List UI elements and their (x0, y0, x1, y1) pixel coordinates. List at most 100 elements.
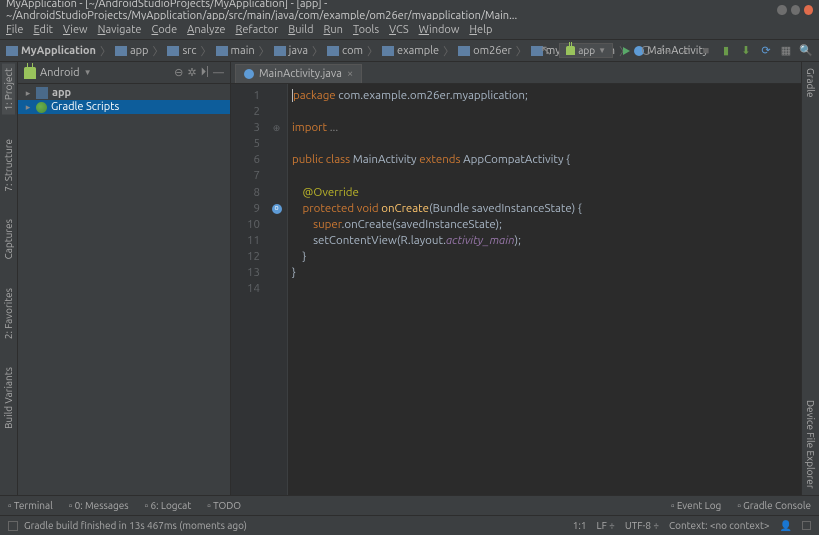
inspect-icon[interactable]: 👤 (780, 520, 792, 532)
menu-code[interactable]: Code (151, 24, 177, 36)
menu-tools[interactable]: Tools (353, 24, 379, 36)
tool-tab-gradle[interactable]: Gradle (804, 64, 817, 102)
avd-manager-icon[interactable]: ▮ (719, 44, 733, 58)
menu-vcs[interactable]: VCS (389, 24, 409, 36)
folder-icon (274, 46, 286, 56)
lock-icon[interactable] (802, 521, 811, 530)
left-tool-window-bar: 1: Project 7: Structure Captures 2: Favorit… (0, 62, 18, 495)
code-editor[interactable]: 123567891011121314 ⊕o package com.exampl… (231, 84, 801, 495)
file-encoding[interactable]: UTF-8 ÷ (625, 520, 659, 531)
bottom-tool-window-bar: ▫ Terminal ▫ 0: Messages ▫ 6: Logcat ▫ TODO… (0, 495, 819, 515)
menu-window[interactable]: Window (419, 24, 460, 36)
project-structure-icon[interactable]: ▦ (779, 44, 793, 58)
folder-icon (167, 46, 179, 56)
breadcrumb-om26er[interactable]: om26er (458, 45, 512, 57)
expand-arrow-icon[interactable]: ▸ (24, 102, 32, 113)
menu-build[interactable]: Build (288, 24, 313, 36)
override-gutter-icon[interactable]: o (272, 204, 282, 214)
menu-refactor[interactable]: Refactor (235, 24, 278, 36)
project-tree[interactable]: ▸app▸Gradle Scripts (18, 84, 230, 116)
right-tool-window-bar: Gradle Device File Explorer (801, 62, 819, 495)
project-view-mode[interactable]: Android (40, 67, 80, 79)
tool-tab-captures[interactable]: Captures (2, 215, 15, 263)
expand-arrow-icon[interactable]: ▸ (24, 88, 32, 99)
tab-label: MainActivity.java (259, 68, 342, 80)
breadcrumb-java[interactable]: java (274, 45, 308, 57)
menu-run[interactable]: Run (324, 24, 343, 36)
editor-tabs: MainActivity.java × (231, 62, 801, 84)
bottom-tab-terminal[interactable]: ▫ Terminal (8, 500, 53, 512)
bottom-tab-todo[interactable]: ▫ TODO (207, 500, 241, 512)
sdk-manager-icon[interactable]: ⬇ (739, 44, 753, 58)
folder-icon (115, 46, 127, 56)
window-title: MyApplication - [~/AndroidStudioProjects… (6, 0, 773, 22)
navigation-bar: MyApplication〉app〉src〉main〉java〉com〉exam… (0, 40, 819, 62)
main-toolbar: ↖ app ▼ ⤿ ➶ ■ ▮ ⬇ ⟳ ▦ 🔍 (539, 40, 813, 61)
context-widget[interactable]: Context: <no context> (669, 520, 770, 531)
status-indicator-icon[interactable] (8, 521, 18, 531)
menu-file[interactable]: File (6, 24, 23, 36)
bottom-tab-0-messages[interactable]: ▫ 0: Messages (69, 500, 129, 512)
gradle-icon (36, 102, 47, 113)
breadcrumb-example[interactable]: example (382, 45, 439, 57)
back-icon[interactable]: ↖ (539, 44, 553, 58)
debug-button[interactable] (639, 44, 653, 58)
tree-item-app[interactable]: ▸app (18, 86, 230, 100)
fold-icon[interactable]: ⊕ (273, 122, 281, 135)
breadcrumb-app[interactable]: app (115, 45, 149, 57)
tool-tab-1-project[interactable]: 1: Project (2, 64, 15, 115)
stop-button[interactable]: ■ (699, 44, 713, 58)
line-ending[interactable]: LF ÷ (597, 520, 615, 531)
menu-edit[interactable]: Edit (33, 24, 53, 36)
menu-help[interactable]: Help (469, 24, 492, 36)
caret-position[interactable]: 1:1 (573, 520, 587, 531)
sync-gradle-icon[interactable]: ⟳ (759, 44, 773, 58)
attach-button[interactable]: ➶ (679, 44, 693, 58)
collapse-icon[interactable]: ⊖ (174, 66, 183, 79)
profile-button[interactable]: ⤿ (659, 44, 673, 58)
folder-icon (327, 46, 339, 56)
folder-icon (6, 46, 18, 56)
line-number-gutter: 123567891011121314 (231, 84, 266, 495)
module-icon (36, 87, 48, 99)
gear-icon[interactable]: — (213, 67, 224, 79)
project-tool-window: Android ▼ ⊖ ✲ ⏵| — ▸app▸Gradle Scripts (18, 62, 231, 495)
minimize-icon[interactable] (777, 5, 786, 15)
maximize-icon[interactable] (791, 5, 800, 15)
tab-mainactivity[interactable]: MainActivity.java × (235, 64, 362, 83)
icons-gutter: ⊕o (266, 84, 288, 495)
run-button[interactable] (619, 44, 633, 58)
android-icon (24, 67, 36, 79)
breadcrumb-main[interactable]: main (216, 45, 255, 57)
breadcrumb-com[interactable]: com (327, 45, 363, 57)
status-message: Gradle build finished in 13s 467ms (mome… (24, 520, 247, 531)
breadcrumb-src[interactable]: src (167, 45, 196, 57)
folder-icon (382, 46, 394, 56)
main-menu-bar: File Edit View Navigate Code Analyze Refactor B… (0, 20, 819, 40)
close-icon[interactable] (804, 5, 813, 15)
run-config-dropdown[interactable]: app ▼ (559, 43, 613, 58)
tree-item-gradle-scripts[interactable]: ▸Gradle Scripts (18, 100, 230, 114)
status-bar: Gradle build finished in 13s 467ms (mome… (0, 515, 819, 535)
tool-tab-build-variants[interactable]: Build Variants (2, 363, 15, 433)
close-tab-icon[interactable]: × (347, 68, 353, 80)
search-icon[interactable]: 🔍 (799, 44, 813, 58)
menu-navigate[interactable]: Navigate (98, 24, 142, 36)
bottom-tab-6-logcat[interactable]: ▫ 6: Logcat (145, 500, 192, 512)
tool-tab-7-structure[interactable]: 7: Structure (2, 135, 15, 196)
chevron-down-icon[interactable]: ▼ (84, 68, 92, 77)
bottom-tab-gradle-console[interactable]: ▫ Gradle Console (737, 500, 811, 512)
settings-icon[interactable]: ✲ (187, 66, 196, 79)
tool-tab-2-favorites[interactable]: 2: Favorites (2, 284, 15, 343)
code-body[interactable]: package com.example.om26er.myapplication… (288, 84, 801, 495)
editor-area: MainActivity.java × 123567891011121314 ⊕… (231, 62, 801, 495)
hide-icon[interactable]: ⏵| (201, 66, 209, 79)
tool-tab-device-file-explorer[interactable]: Device File Explorer (804, 396, 817, 493)
folder-icon (458, 46, 470, 56)
menu-view[interactable]: View (63, 24, 88, 36)
breadcrumb-myapplication[interactable]: MyApplication (6, 45, 96, 57)
menu-analyze[interactable]: Analyze (187, 24, 225, 36)
bottom-tab-event-log[interactable]: ▫ Event Log (671, 500, 721, 512)
folder-icon (216, 46, 228, 56)
java-class-icon (244, 69, 254, 79)
